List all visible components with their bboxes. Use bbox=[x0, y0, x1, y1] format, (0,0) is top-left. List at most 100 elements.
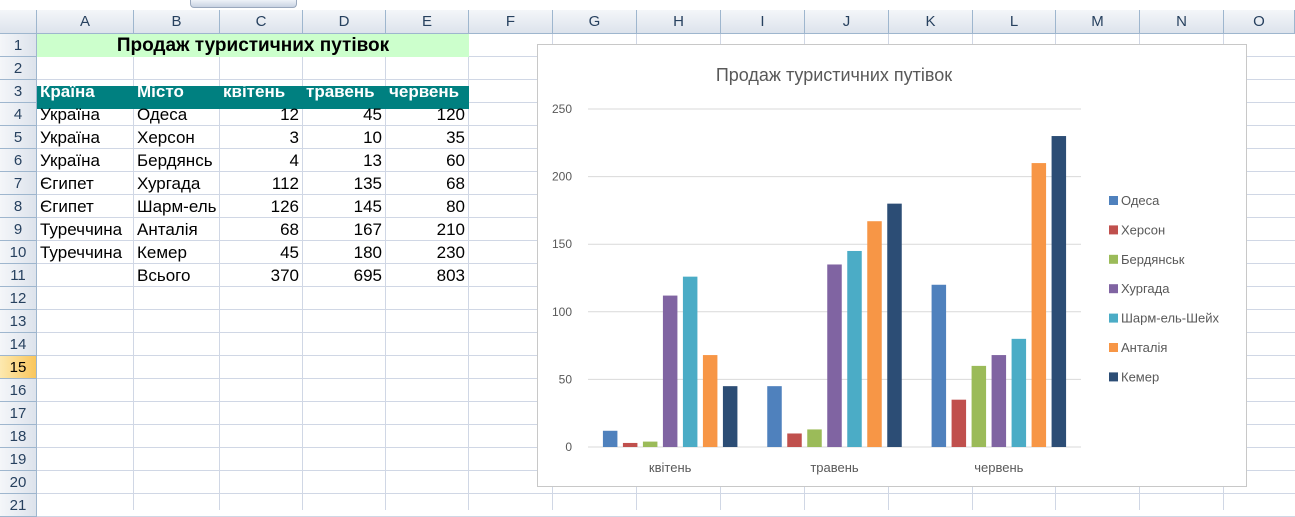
bar-Хургада-травень bbox=[827, 264, 842, 447]
row-header-1[interactable]: 1 bbox=[0, 34, 37, 57]
table-cell[interactable]: 230 bbox=[386, 241, 465, 264]
row-header-8[interactable]: 8 bbox=[0, 195, 37, 218]
row-header-17[interactable]: 17 bbox=[0, 402, 37, 425]
y-tick-label: 0 bbox=[565, 440, 572, 454]
table-cell[interactable]: 10 bbox=[303, 126, 382, 149]
table-cell[interactable]: 60 bbox=[386, 149, 465, 172]
table-cell[interactable]: 112 bbox=[220, 172, 299, 195]
table-cell[interactable]: Україна bbox=[40, 149, 133, 172]
table-cell[interactable]: 45 bbox=[303, 103, 382, 126]
column-header-e[interactable]: E bbox=[386, 10, 469, 34]
row-header-21[interactable]: 21 bbox=[0, 494, 37, 517]
table-cell[interactable]: Єгипет bbox=[40, 195, 133, 218]
legend-swatch bbox=[1109, 284, 1118, 294]
row-header-20[interactable]: 20 bbox=[0, 471, 37, 494]
column-header-j[interactable]: J bbox=[805, 10, 889, 34]
table-cell[interactable]: Україна bbox=[40, 126, 133, 149]
row-header-16[interactable]: 16 bbox=[0, 379, 37, 402]
column-header-n[interactable]: N bbox=[1140, 10, 1224, 34]
table-cell[interactable]: 803 bbox=[386, 264, 465, 287]
table-cell[interactable]: Бердянсь bbox=[137, 149, 219, 172]
column-header-i[interactable]: I bbox=[721, 10, 805, 34]
chart[interactable]: Продаж туристичних путівок 0 50 100 150 200 25… bbox=[537, 44, 1247, 487]
legend-swatch bbox=[1109, 372, 1118, 382]
column-header-a[interactable]: A bbox=[37, 10, 134, 34]
table-cell[interactable]: Херсон bbox=[137, 126, 219, 149]
column-header-g[interactable]: G bbox=[553, 10, 637, 34]
header-cell[interactable]: Країна bbox=[40, 80, 133, 103]
table-cell[interactable]: 167 bbox=[303, 218, 382, 241]
column-header-c[interactable]: C bbox=[220, 10, 303, 34]
row-header-9[interactable]: 9 bbox=[0, 218, 37, 241]
header-cell[interactable]: травень bbox=[306, 80, 385, 103]
column-header-k[interactable]: K bbox=[889, 10, 973, 34]
table-cell[interactable]: 13 bbox=[303, 149, 382, 172]
bar-Бердянськ-квітень bbox=[642, 441, 658, 447]
legend-swatch bbox=[1109, 313, 1118, 323]
table-cell[interactable]: Туреччина bbox=[40, 218, 133, 241]
row-header-14[interactable]: 14 bbox=[0, 333, 37, 356]
column-header-b[interactable]: B bbox=[134, 10, 220, 34]
row-header-12[interactable]: 12 bbox=[0, 287, 37, 310]
row-header-7[interactable]: 7 bbox=[0, 172, 37, 195]
row-header-15[interactable]: 15 bbox=[0, 356, 37, 379]
table-cell[interactable]: Всього bbox=[137, 264, 219, 287]
table-cell[interactable]: Одеса bbox=[137, 103, 219, 126]
table-cell[interactable]: 80 bbox=[386, 195, 465, 218]
bar-Хургада-червень bbox=[991, 355, 1007, 447]
header-cell[interactable]: квітень bbox=[223, 80, 302, 103]
table-cell[interactable]: Єгипет bbox=[40, 172, 133, 195]
table-cell[interactable]: Хургада bbox=[137, 172, 219, 195]
select-all-corner[interactable] bbox=[0, 10, 37, 34]
header-cell[interactable]: Місто bbox=[137, 80, 219, 103]
bar-Херсон-квітень bbox=[622, 442, 638, 447]
table-cell[interactable]: 370 bbox=[220, 264, 299, 287]
bar-Херсон-червень bbox=[951, 399, 967, 447]
table-cell[interactable]: 695 bbox=[303, 264, 382, 287]
row-header-2[interactable]: 2 bbox=[0, 57, 37, 80]
row-header-4[interactable]: 4 bbox=[0, 103, 37, 126]
column-header-h[interactable]: H bbox=[637, 10, 721, 34]
bar-Бердянськ-травень bbox=[807, 429, 822, 447]
name-box-edge bbox=[190, 0, 297, 8]
column-header-d[interactable]: D bbox=[303, 10, 386, 34]
table-cell[interactable]: 135 bbox=[303, 172, 382, 195]
table-cell[interactable]: Туреччина bbox=[40, 241, 133, 264]
column-header-o[interactable]: O bbox=[1224, 10, 1295, 34]
table-cell[interactable]: 180 bbox=[303, 241, 382, 264]
legend-entry: Хургада bbox=[1121, 281, 1170, 296]
row-header-13[interactable]: 13 bbox=[0, 310, 37, 333]
column-header-m[interactable]: M bbox=[1056, 10, 1140, 34]
table-cell[interactable]: 4 bbox=[220, 149, 299, 172]
table-cell[interactable]: 68 bbox=[220, 218, 299, 241]
table-cell[interactable]: Кемер bbox=[137, 241, 219, 264]
chart-title: Продаж туристичних путівок bbox=[716, 65, 952, 85]
bar-Шарм-ель-Шейх-травень bbox=[847, 250, 862, 447]
table-cell[interactable]: 68 bbox=[386, 172, 465, 195]
header-cell[interactable]: червень bbox=[389, 80, 468, 103]
table-cell[interactable]: Шарм-ель bbox=[137, 195, 219, 218]
row-header-3[interactable]: 3 bbox=[0, 80, 37, 103]
row-header-10[interactable]: 10 bbox=[0, 241, 37, 264]
sheet-title[interactable]: Продаж туристичних путівок bbox=[37, 34, 469, 57]
row-header-11[interactable]: 11 bbox=[0, 264, 37, 287]
chart-canvas: Продаж туристичних путівок 0 50 100 150 200 25… bbox=[552, 65, 1220, 475]
row-header-18[interactable]: 18 bbox=[0, 425, 37, 448]
column-header-f[interactable]: F bbox=[469, 10, 553, 34]
table-cell[interactable]: 126 bbox=[220, 195, 299, 218]
table-cell[interactable]: 210 bbox=[386, 218, 465, 241]
table-cell[interactable]: 3 bbox=[220, 126, 299, 149]
row-header-5[interactable]: 5 bbox=[0, 126, 37, 149]
table-cell[interactable]: 12 bbox=[220, 103, 299, 126]
table-cell[interactable]: 120 bbox=[386, 103, 465, 126]
table-cell[interactable]: 145 bbox=[303, 195, 382, 218]
column-header-l[interactable]: L bbox=[973, 10, 1056, 34]
table-cell[interactable]: Україна bbox=[40, 103, 133, 126]
table-cell[interactable]: 35 bbox=[386, 126, 465, 149]
table-cell[interactable]: Анталія bbox=[137, 218, 219, 241]
bar-Анталія-червень bbox=[1031, 163, 1047, 447]
table-cell[interactable]: 45 bbox=[220, 241, 299, 264]
row-header-19[interactable]: 19 bbox=[0, 448, 37, 471]
y-tick-label: 250 bbox=[552, 102, 572, 116]
row-header-6[interactable]: 6 bbox=[0, 149, 37, 172]
